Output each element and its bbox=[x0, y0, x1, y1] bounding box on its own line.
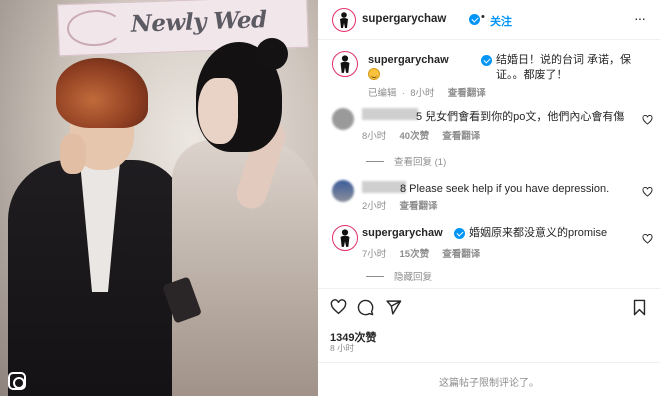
like-heart-icon[interactable] bbox=[330, 299, 347, 315]
author-username[interactable]: supergarychaw bbox=[362, 13, 446, 25]
comment-translate-link[interactable]: 查看翻译 bbox=[400, 201, 438, 212]
comment-time[interactable]: 8小时 bbox=[362, 131, 386, 142]
caption-translate-link[interactable]: 查看翻译 bbox=[448, 88, 486, 99]
avatar-figure-icon bbox=[340, 55, 350, 73]
hide-replies-button[interactable]: 隐藏回复 bbox=[366, 269, 432, 283]
more-options-icon[interactable]: ··· bbox=[634, 10, 646, 26]
comments-limited-notice: 这篇帖子限制评论了。 bbox=[439, 378, 539, 389]
comment-likes[interactable]: 40次赞 bbox=[400, 131, 430, 142]
caption-username[interactable]: supergarychaw bbox=[368, 54, 449, 66]
caption-meta: 已编辑 · 8小时 查看翻译 bbox=[368, 88, 486, 99]
heart-icon[interactable] bbox=[642, 234, 653, 244]
banner-text: Newly Wed bbox=[130, 6, 268, 38]
heart-icon[interactable] bbox=[642, 187, 653, 197]
edited-label: 已编辑 bbox=[368, 88, 397, 99]
verified-badge-icon bbox=[469, 14, 480, 25]
bride-hair-bun bbox=[256, 38, 288, 70]
replies-divider bbox=[366, 160, 384, 162]
caption-time[interactable]: 8小时 bbox=[410, 88, 434, 99]
post-photo[interactable]: Newly Wed bbox=[0, 0, 318, 396]
header-separator: • bbox=[481, 11, 485, 23]
comment-meta: 8小时 40次赞 查看翻译 bbox=[362, 128, 480, 142]
bookmark-icon[interactable] bbox=[632, 299, 647, 316]
footer-divider bbox=[318, 362, 660, 363]
heart-icon[interactable] bbox=[642, 115, 653, 125]
comment-meta: 7小时 15次赞 查看翻译 bbox=[362, 246, 480, 260]
author-avatar[interactable] bbox=[332, 8, 356, 32]
actions-divider bbox=[318, 288, 660, 289]
comment-time[interactable]: 7小时 bbox=[362, 249, 386, 260]
commenter-avatar-blurred[interactable] bbox=[332, 180, 354, 202]
commenter-username[interactable]: supergarychaw bbox=[362, 227, 443, 239]
comment-time[interactable]: 2小时 bbox=[362, 201, 386, 212]
comment-likes[interactable]: 15次赞 bbox=[400, 249, 430, 260]
view-replies-button[interactable]: 查看回复 (1) bbox=[366, 154, 446, 168]
verified-badge-icon bbox=[481, 55, 492, 66]
comment-text: 婚姻原来都没意义的promise bbox=[469, 227, 608, 239]
view-replies-label[interactable]: 查看回复 (1) bbox=[394, 154, 446, 168]
caption-avatar[interactable] bbox=[332, 51, 358, 77]
share-icon[interactable] bbox=[385, 299, 402, 316]
comment-text: 5 兒女們會看到你的po文，他們內心會有傷 bbox=[416, 111, 625, 123]
follow-button[interactable]: 关注 bbox=[490, 13, 512, 29]
commenter-avatar-blurred[interactable] bbox=[332, 108, 354, 130]
post-timestamp[interactable]: 8 小时 bbox=[330, 342, 354, 354]
comment-translate-link[interactable]: 查看翻译 bbox=[442, 249, 480, 260]
comment-translate-link[interactable]: 查看翻译 bbox=[442, 131, 480, 142]
post-side-panel: supergarychaw • 关注 ··· supergarychaw 结婚日… bbox=[318, 0, 660, 396]
grinning-emoji-icon bbox=[368, 68, 380, 80]
avatar-figure-icon bbox=[340, 229, 350, 247]
verified-badge-icon bbox=[454, 228, 465, 239]
bride-face bbox=[198, 78, 238, 144]
comment-text: 8 Please seek help if you have depressio… bbox=[400, 183, 610, 195]
groom-hand bbox=[60, 134, 86, 174]
commenter-username-blurred[interactable] bbox=[362, 108, 418, 120]
caption-text: 结婚日！说的台词 承诺，保证。。都废了！ bbox=[496, 54, 632, 81]
instagram-watermark-icon bbox=[8, 372, 26, 390]
hide-replies-label[interactable]: 隐藏回复 bbox=[394, 269, 432, 283]
comment-icon[interactable] bbox=[357, 299, 374, 316]
commenter-avatar[interactable] bbox=[332, 225, 358, 251]
replies-divider bbox=[366, 275, 384, 277]
banner-flourish bbox=[66, 9, 124, 48]
comment-meta: 2小时 查看翻译 bbox=[362, 198, 438, 212]
avatar-figure-icon bbox=[340, 12, 348, 28]
post-header: supergarychaw • 关注 ··· bbox=[318, 0, 660, 40]
